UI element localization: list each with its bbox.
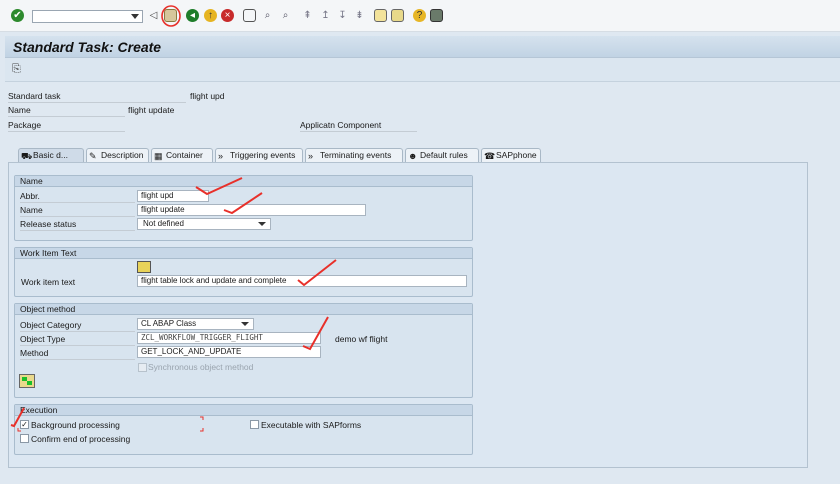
tab-label: Container (166, 150, 203, 160)
object-type-input[interactable]: ZCL_WORKFLOW_TRIGGER_FLIGHT (137, 332, 321, 344)
system-toolbar: ✔ ◁ ◂ ↑ × ⌕ ⌕ ⇞ ↥ ↧ ⇟ ? (0, 0, 840, 32)
name-label: Name (8, 105, 31, 115)
tab-basic-data[interactable]: ⛟ Basic d... (18, 148, 84, 163)
find-icon[interactable]: ⌕ (261, 9, 274, 22)
group-title: Execution (15, 405, 472, 416)
tab-sapphone[interactable]: ☎ SAPphone (481, 148, 541, 163)
synchronous-checkbox[interactable] (138, 363, 147, 372)
prev-page-icon[interactable]: ↥ (319, 9, 332, 22)
work-item-text-label: Work item text (21, 277, 76, 287)
release-status-select[interactable]: Not defined (137, 218, 271, 230)
standard-task-value: flight upd (190, 91, 225, 101)
method-parameters-icon[interactable] (19, 374, 35, 388)
chevron-down-icon[interactable] (131, 14, 139, 19)
group-title: Name (15, 176, 472, 187)
print-icon[interactable] (243, 9, 256, 22)
chevron-down-icon[interactable] (258, 222, 266, 226)
cancel-icon[interactable]: × (221, 9, 234, 22)
tab-label: Default rules (420, 150, 468, 160)
find-next-icon[interactable]: ⌕ (279, 9, 292, 22)
chevron-down-icon[interactable] (241, 322, 249, 326)
collapse-icon[interactable]: ◁ (147, 9, 160, 22)
background-processing-checkbox[interactable]: ✓ (20, 420, 29, 429)
package-label: Package (8, 120, 42, 130)
page-title: Standard Task: Create (13, 39, 162, 55)
tab-terminating-events[interactable]: » Terminating events (305, 148, 403, 163)
select-value: Not defined (143, 219, 184, 228)
command-field[interactable] (32, 10, 143, 23)
tab-label: SAPphone (496, 150, 537, 160)
abbr-label: Abbr. (20, 191, 40, 201)
name-input[interactable]: flight update (137, 204, 366, 216)
synchronous-label: Synchronous object method (148, 362, 254, 372)
app-component-label: Applicatn Component (300, 120, 382, 130)
tab-label: Triggering events (230, 150, 296, 160)
group-title: Work Item Text (15, 248, 472, 259)
background-processing-label: Background processing (31, 420, 120, 430)
exit-icon[interactable]: ↑ (204, 9, 217, 22)
abbr-input[interactable]: flight upd (137, 190, 209, 202)
shortcut-icon[interactable] (391, 9, 404, 22)
sapforms-label: Executable with SAPforms (261, 420, 362, 430)
object-category-label: Object Category (20, 320, 82, 330)
insert-variable-icon[interactable] (137, 261, 151, 273)
sapforms-checkbox[interactable] (250, 420, 259, 429)
tab-default-rules[interactable]: ☻ Default rules (405, 148, 479, 163)
layout-icon[interactable] (430, 9, 443, 22)
tab-label: Basic d... (33, 150, 68, 160)
application-toolbar: ⎘ (5, 58, 840, 82)
back-icon[interactable]: ◂ (186, 9, 199, 22)
next-page-icon[interactable]: ↧ (336, 9, 349, 22)
enter-icon[interactable]: ✔ (11, 9, 24, 22)
save-icon[interactable] (164, 9, 177, 22)
method-input[interactable]: GET_LOCK_AND_UPDATE (137, 346, 321, 358)
select-value: CL ABAP Class (141, 319, 197, 328)
method-label: Method (20, 348, 49, 358)
last-page-icon[interactable]: ⇟ (353, 9, 366, 22)
group-title: Object method (15, 304, 472, 315)
work-item-text-input[interactable]: flight table lock and update and complet… (137, 275, 467, 287)
confirm-end-label: Confirm end of processing (31, 434, 131, 444)
work-item-group: Work Item Text (14, 247, 473, 297)
standard-task-label: Standard task (8, 91, 61, 101)
object-type-label: Object Type (20, 334, 66, 344)
object-category-select[interactable]: CL ABAP Class (137, 318, 254, 330)
tab-triggering-events[interactable]: » Triggering events (215, 148, 303, 163)
tab-container[interactable]: ▦ Container (151, 148, 213, 163)
tab-label: Terminating events (320, 150, 392, 160)
help-icon[interactable]: ? (413, 9, 426, 22)
other-object-icon[interactable]: ⎘ (12, 63, 21, 76)
tab-label: Description (101, 150, 144, 160)
confirm-end-checkbox[interactable] (20, 434, 29, 443)
object-type-description: demo wf flight (335, 334, 388, 344)
title-bar: Standard Task: Create (5, 36, 840, 58)
create-session-icon[interactable] (374, 9, 387, 22)
release-status-label: Release status (20, 219, 77, 229)
name-value: flight update (128, 105, 175, 115)
first-page-icon[interactable]: ⇞ (301, 9, 314, 22)
name-field-label: Name (20, 205, 43, 215)
tab-description[interactable]: ✎ Description (86, 148, 149, 163)
